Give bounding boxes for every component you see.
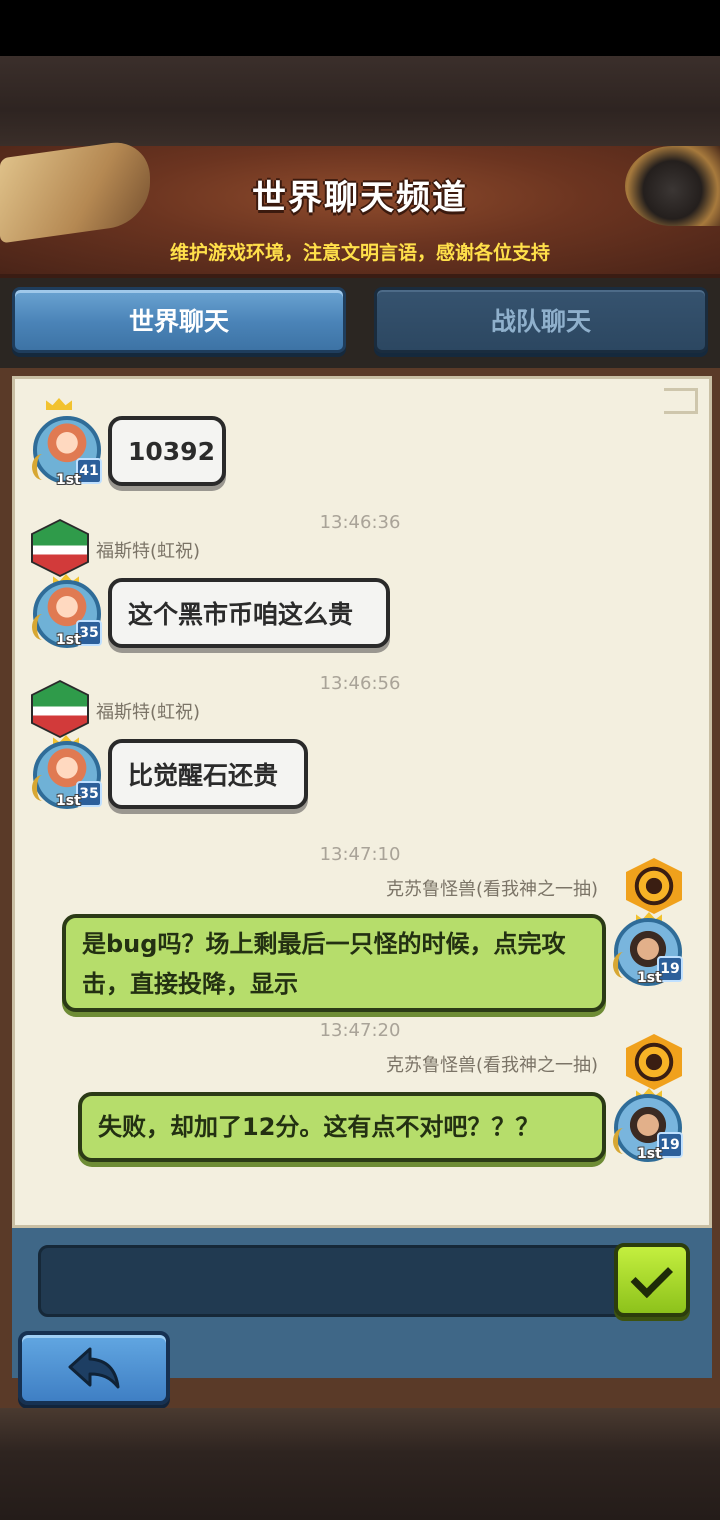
page-subtitle: 维护游戏环境，注意文明言语，感谢各位支持 bbox=[169, 242, 550, 264]
rank-badge: 1st bbox=[637, 1146, 662, 1162]
bottom-wood-frame bbox=[0, 1408, 720, 1520]
rank-badge: 1st bbox=[56, 632, 81, 648]
check-icon bbox=[630, 1255, 673, 1298]
chat-input[interactable] bbox=[38, 1245, 656, 1317]
rank-badge: 1st bbox=[56, 472, 81, 488]
status-bar bbox=[0, 0, 720, 56]
tab-world-chat[interactable]: 世界聊天 bbox=[12, 287, 346, 353]
chat-bubble: 比觉醒石还贵 bbox=[108, 739, 308, 809]
laurel-icon bbox=[613, 1128, 634, 1154]
sender-name: 克苏鲁怪兽(看我神之一抽) bbox=[386, 879, 599, 900]
tab-team-chat[interactable]: 战队聊天 bbox=[374, 287, 708, 353]
message-timestamp: 13:47:10 bbox=[319, 844, 401, 865]
chat-bubble: 是bug吗？场上剩最后一只怪的时候，点完攻击，直接投降，显示 bbox=[62, 914, 606, 1012]
rank-badge: 1st bbox=[56, 793, 81, 809]
sender-name: 克苏鲁怪兽(看我神之一抽) bbox=[386, 1055, 599, 1076]
send-button[interactable] bbox=[614, 1243, 690, 1317]
message-timestamp: 13:46:56 bbox=[319, 673, 401, 694]
chat-bubble: 失败，却加了12分。这有点不对吧？？？ bbox=[78, 1092, 606, 1162]
page-title: 世界聊天频道 bbox=[252, 178, 468, 218]
rank-badge: 1st bbox=[637, 970, 662, 986]
back-button[interactable] bbox=[18, 1331, 170, 1405]
laurel-icon bbox=[32, 775, 53, 801]
laurel-icon bbox=[613, 952, 634, 978]
sender-name: 福斯特(虹祝) bbox=[96, 541, 201, 562]
message-timestamp: 13:46:36 bbox=[319, 512, 401, 533]
corner-decoration bbox=[664, 388, 698, 414]
laurel-icon bbox=[32, 614, 53, 640]
top-wood-frame bbox=[0, 56, 720, 152]
laurel-icon bbox=[32, 454, 53, 480]
chat-bubble: 10392 bbox=[108, 416, 226, 486]
chat-bubble: 这个黑市币咱这么贵 bbox=[108, 578, 390, 648]
back-arrow-icon bbox=[68, 1347, 120, 1389]
sender-name: 福斯特(虹祝) bbox=[96, 702, 201, 723]
message-timestamp: 13:47:20 bbox=[319, 1020, 401, 1041]
